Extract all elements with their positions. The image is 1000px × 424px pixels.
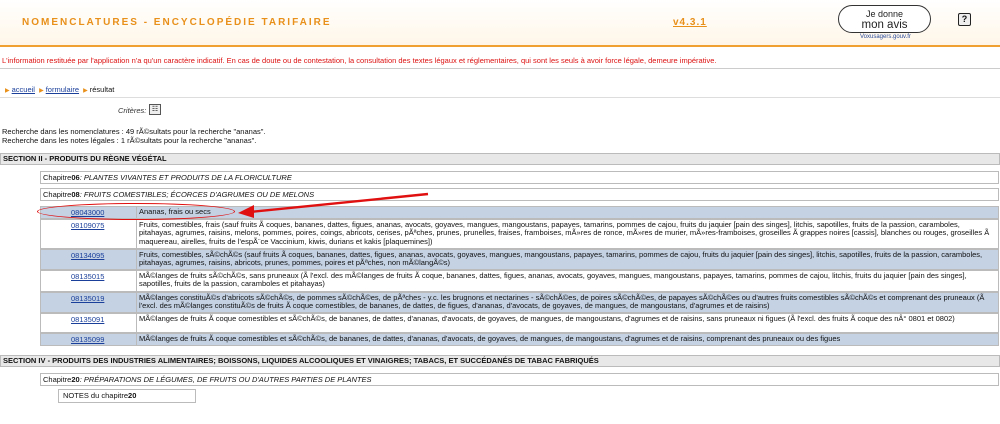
help-icon[interactable]: ?: [958, 13, 971, 26]
chapter-title: : PRÉPARATIONS DE LÉGUMES, DE FRUITS OU …: [79, 375, 372, 384]
table-row: 08134095 Fruits, comestibles, sÃ©chÃ©s (…: [40, 249, 999, 270]
criteria-icon[interactable]: ☷: [149, 104, 161, 115]
criteres-label: Critères:: [118, 106, 147, 115]
table-row: 08135019 MÃ©langes constituÃ©s d'abricot…: [40, 292, 999, 313]
notes-label: NOTES du chapitre: [63, 391, 129, 400]
summary-nomenclatures: Recherche dans les nomenclatures : 49 rÃ…: [2, 127, 266, 136]
description-cell: MÃ©langes de fruits Ã coque comestibles …: [139, 314, 955, 323]
triangle-icon: ▶: [83, 88, 88, 94]
chapter-number: 08: [71, 190, 80, 199]
highlight-arrow: [238, 192, 429, 218]
section-iv-header: SECTION IV - PRODUITS DES INDUSTRIES ALI…: [0, 355, 1000, 367]
code-link[interactable]: 08134095: [71, 251, 104, 260]
code-cell: 08135015: [41, 271, 137, 291]
feedback-line1: Je donne: [865, 9, 904, 19]
triangle-icon: ▶: [39, 88, 44, 94]
chapter-number: 20: [71, 375, 80, 384]
description-cell: MÃ©langes de fruits sÃ©chÃ©s, sans prune…: [139, 271, 967, 289]
section-ii-header: SECTION II - PRODUITS DU RÈGNE VÉGÉTAL: [0, 153, 1000, 165]
highlight-oval: [37, 203, 235, 220]
breadcrumb: ▶ accueil ▶ formulaire ▶ résultat: [3, 85, 114, 94]
triangle-icon: ▶: [5, 88, 10, 94]
chapter-label: Chapitre: [43, 173, 72, 182]
feedback-source: Voxusagers.gouv.fr: [860, 34, 911, 40]
chapter-06[interactable]: Chapitre06: PLANTES VIVANTES ET PRODUITS…: [40, 171, 999, 184]
feedback-button[interactable]: Je donne mon avis: [838, 5, 931, 33]
code-cell: 08135091: [41, 314, 137, 332]
divider: [0, 97, 1000, 98]
chapter-label: Chapitre: [43, 190, 72, 199]
divider: [0, 68, 1000, 69]
code-cell: 08135099: [41, 334, 137, 345]
chapter-08[interactable]: Chapitre08: FRUITS COMESTIBLES; ÉCORCES …: [40, 188, 999, 201]
breadcrumb-resultat: résultat: [89, 85, 115, 94]
summary-notes: Recherche dans les notes légales : 1 rÃ©…: [2, 136, 257, 145]
table-row: 08135091 MÃ©langes de fruits Ã coque com…: [40, 313, 999, 333]
table-row: 08135015 MÃ©langes de fruits sÃ©chÃ©s, s…: [40, 270, 999, 292]
arrow-shaft: [249, 192, 429, 214]
breadcrumb-accueil[interactable]: accueil: [12, 85, 35, 94]
notes-chapter-20[interactable]: NOTES du chapitre20: [58, 389, 196, 403]
description-cell: Fruits, comestibles, frais (sauf fruits …: [139, 220, 990, 246]
code-link[interactable]: 08135015: [71, 272, 104, 281]
code-cell: 08109075: [41, 220, 137, 248]
table-row: 08135099 MÃ©langes de fruits Ã coque com…: [40, 333, 999, 346]
app-header: NOMENCLATURES - ENCYCLOPÉDIE TARIFAIRE v…: [0, 0, 1000, 47]
table-row: 08109075 Fruits, comestibles, frais (sau…: [40, 219, 999, 249]
code-link[interactable]: 08135019: [71, 294, 104, 303]
app-title: NOMENCLATURES - ENCYCLOPÉDIE TARIFAIRE: [22, 17, 332, 28]
notes-number: 20: [128, 391, 137, 400]
description-cell: MÃ©langes constituÃ©s d'abricots sÃ©chÃ©…: [139, 293, 985, 311]
breadcrumb-formulaire[interactable]: formulaire: [46, 85, 79, 94]
chapter-label: Chapitre: [43, 375, 72, 384]
code-cell: 08134095: [41, 250, 137, 269]
chapter-number: 06: [71, 173, 80, 182]
description-cell: Fruits, comestibles, sÃ©chÃ©s (sauf frui…: [139, 250, 983, 268]
code-link[interactable]: 08109075: [71, 221, 104, 230]
code-link[interactable]: 08135091: [71, 315, 104, 324]
description-cell: MÃ©langes de fruits Ã coque comestibles …: [139, 334, 841, 343]
version-link[interactable]: v4.3.1: [673, 17, 707, 28]
chapter-20[interactable]: Chapitre20: PRÉPARATIONS DE LÉGUMES, DE …: [40, 373, 999, 386]
chapter-title: : PLANTES VIVANTES ET PRODUITS DE LA FLO…: [79, 173, 292, 182]
code-cell: 08135019: [41, 293, 137, 312]
search-summary: Recherche dans les nomenclatures : 49 rÃ…: [2, 127, 266, 145]
code-link[interactable]: 08135099: [71, 335, 104, 344]
criteres-text: Critères: [118, 106, 145, 115]
arrow-head: [238, 205, 254, 218]
feedback-line2: mon avis: [861, 19, 908, 31]
disclaimer: L'information restituée par l'applicatio…: [2, 56, 717, 65]
